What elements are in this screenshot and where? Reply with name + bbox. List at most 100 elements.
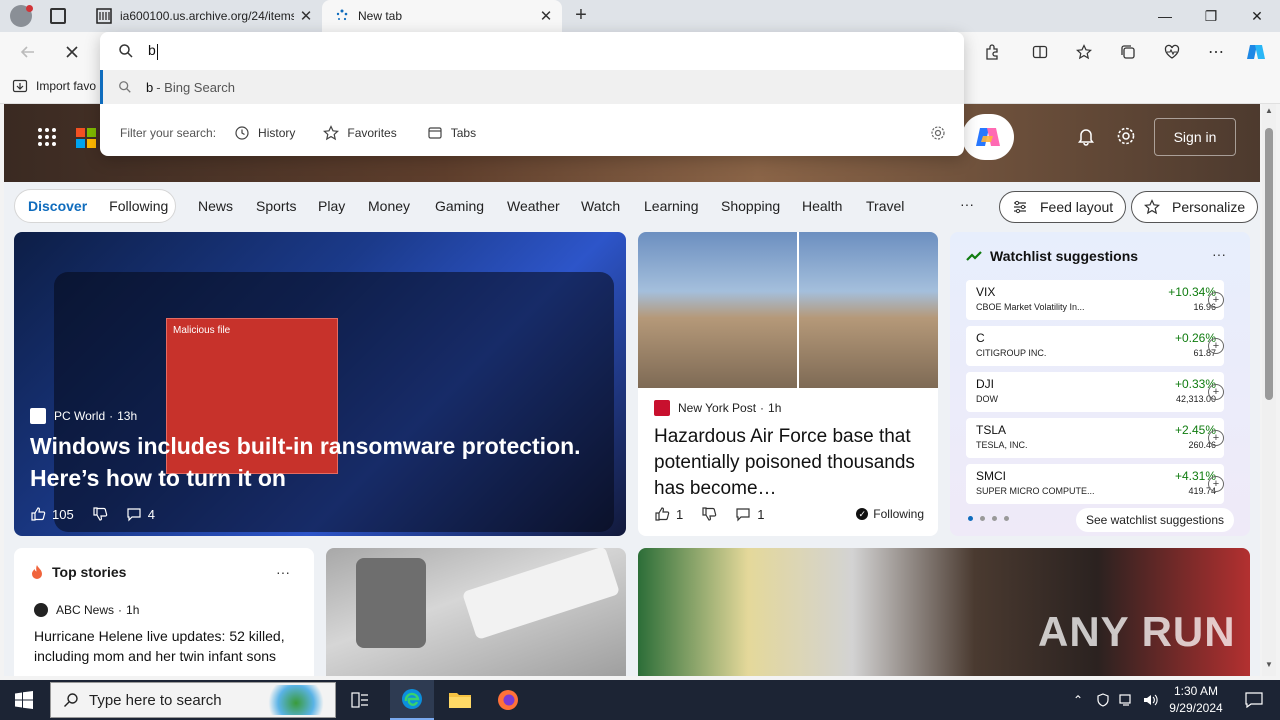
- page-scrollbar[interactable]: ▲ ▼: [1262, 104, 1276, 676]
- suggestion-query: b: [146, 79, 154, 95]
- file-explorer-button[interactable]: [438, 680, 482, 720]
- address-bar-input[interactable]: b: [100, 32, 964, 70]
- notification-center-button[interactable]: [1232, 680, 1276, 720]
- thumbs-up-icon[interactable]: [654, 506, 670, 522]
- see-watchlist-suggestions-button[interactable]: See watchlist suggestions: [1076, 508, 1234, 532]
- add-to-watchlist-button[interactable]: +: [1208, 292, 1224, 308]
- nav-more-button[interactable]: ···: [960, 196, 974, 212]
- stock-row[interactable]: DJI DOW +0.33% 42,313.00: [966, 372, 1224, 412]
- filter-tabs[interactable]: Tabs: [427, 125, 476, 141]
- start-button[interactable]: [0, 680, 48, 720]
- copilot-search-button[interactable]: [962, 114, 1014, 160]
- nav-travel[interactable]: Travel: [866, 198, 904, 214]
- microsoft-logo-icon[interactable]: [76, 128, 96, 148]
- scrollbar-thumb[interactable]: [1265, 128, 1273, 400]
- nav-health[interactable]: Health: [802, 198, 842, 214]
- stock-row[interactable]: VIX CBOE Market Volatility In... +10.34%…: [966, 280, 1224, 320]
- browser-essentials-button[interactable]: [1158, 38, 1186, 66]
- hero-headline[interactable]: Windows includes built-in ransomware pro…: [30, 430, 610, 494]
- extensions-button[interactable]: [978, 38, 1006, 66]
- carousel-dot[interactable]: [968, 516, 973, 521]
- carousel-dot[interactable]: [992, 516, 997, 521]
- stop-loading-button[interactable]: [58, 38, 86, 66]
- favorites-button[interactable]: [1070, 38, 1098, 66]
- stock-row[interactable]: SMCI SUPER MICRO COMPUTE... +4.31% 419.7…: [966, 464, 1224, 504]
- close-tab-icon[interactable]: ✕: [534, 7, 558, 25]
- close-window-button[interactable]: ✕: [1234, 0, 1280, 32]
- page-settings-button[interactable]: [1116, 126, 1136, 146]
- comment-icon[interactable]: [735, 506, 751, 522]
- settings-more-button[interactable]: ⋯: [1202, 38, 1230, 66]
- nav-shopping[interactable]: Shopping: [721, 198, 780, 214]
- carousel-dot[interactable]: [1004, 516, 1009, 521]
- stock-symbol: C: [976, 331, 985, 345]
- firefox-button[interactable]: [486, 680, 530, 720]
- suggestion-bing-search[interactable]: b - Bing Search: [100, 70, 964, 104]
- flags-article-image[interactable]: ANY RUN: [638, 548, 1250, 676]
- tab-archive[interactable]: ia600100.us.archive.org/24/items/... ✕: [84, 0, 322, 32]
- add-to-watchlist-button[interactable]: +: [1208, 384, 1224, 400]
- split-screen-button[interactable]: [1026, 38, 1054, 66]
- add-to-watchlist-button[interactable]: +: [1208, 476, 1224, 492]
- thumbs-up-icon[interactable]: [30, 506, 46, 522]
- add-to-watchlist-button[interactable]: +: [1208, 430, 1224, 446]
- nav-news[interactable]: News: [198, 198, 233, 214]
- comment-icon[interactable]: [126, 506, 142, 522]
- hero-article-card[interactable]: Malicious file PC World · 13h Windows in…: [14, 232, 626, 536]
- carousel-dots[interactable]: [968, 516, 1016, 521]
- new-tab-button[interactable]: +: [570, 4, 592, 26]
- minimize-button[interactable]: —: [1142, 0, 1188, 32]
- nav-weather[interactable]: Weather: [507, 198, 560, 214]
- nav-gaming[interactable]: Gaming: [435, 198, 484, 214]
- stock-row[interactable]: C CITIGROUP INC. +0.26% 61.87: [966, 326, 1224, 366]
- thumbs-down-icon[interactable]: [701, 506, 717, 522]
- top-story-headline[interactable]: Hurricane Helene live updates: 52 killed…: [34, 626, 304, 666]
- copilot-icon: [976, 128, 1000, 146]
- filter-favorites[interactable]: Favorites: [323, 125, 397, 141]
- nypost-article-card[interactable]: New York Post · 1h Hazardous Air Force b…: [638, 232, 938, 536]
- tab-discover[interactable]: Discover: [28, 198, 87, 214]
- personalize-button[interactable]: Personalize: [1131, 191, 1259, 223]
- taskbar-clock[interactable]: 1:30 AM 9/29/2024: [1164, 683, 1228, 717]
- apps-launcher-icon[interactable]: [38, 128, 56, 146]
- back-button[interactable]: [14, 38, 42, 66]
- nav-money[interactable]: Money: [368, 198, 410, 214]
- import-favorites-link[interactable]: Import favo: [12, 78, 96, 94]
- search-settings-button[interactable]: [930, 125, 946, 141]
- tab-new-tab[interactable]: New tab ✕: [322, 0, 562, 32]
- sign-in-button[interactable]: Sign in: [1154, 118, 1236, 156]
- filter-history[interactable]: History: [234, 125, 295, 141]
- copilot-button[interactable]: [1242, 38, 1270, 66]
- task-view-button[interactable]: [340, 680, 380, 720]
- show-hidden-icons-button[interactable]: ⌃: [1068, 680, 1088, 720]
- nypost-headline[interactable]: Hazardous Air Force base that potentiall…: [654, 424, 924, 502]
- stock-row[interactable]: TSLA TESLA, INC. +2.45% 260.46: [966, 418, 1224, 458]
- carousel-dot[interactable]: [980, 516, 985, 521]
- edge-taskbar-button[interactable]: [390, 680, 434, 720]
- sewing-machine-article-image[interactable]: [326, 548, 626, 676]
- network-tray-icon[interactable]: [1116, 680, 1138, 720]
- nav-watch[interactable]: Watch: [581, 198, 620, 214]
- nav-learning[interactable]: Learning: [644, 198, 699, 214]
- volume-tray-icon[interactable]: [1140, 680, 1162, 720]
- collections-button[interactable]: [1114, 38, 1142, 66]
- scroll-down-icon[interactable]: ▼: [1265, 660, 1273, 669]
- close-tab-icon[interactable]: ✕: [294, 7, 318, 25]
- feed-layout-button[interactable]: Feed layout: [999, 191, 1127, 223]
- nav-play[interactable]: Play: [318, 198, 345, 214]
- puzzle-icon: [986, 44, 998, 60]
- tab-actions-icon[interactable]: [50, 8, 66, 24]
- taskbar-search-box[interactable]: Type here to search: [50, 682, 336, 718]
- security-tray-icon[interactable]: [1092, 680, 1114, 720]
- notifications-button[interactable]: [1076, 126, 1096, 146]
- watchlist-more-button[interactable]: ···: [1212, 246, 1226, 262]
- scroll-up-icon[interactable]: ▲: [1265, 106, 1273, 115]
- top-stories-more-button[interactable]: ···: [276, 564, 290, 580]
- nav-sports[interactable]: Sports: [256, 198, 296, 214]
- tab-following[interactable]: Following: [109, 198, 168, 214]
- thumbs-down-icon[interactable]: [92, 506, 108, 522]
- profile-avatar[interactable]: [10, 5, 33, 27]
- restore-button[interactable]: ❐: [1188, 0, 1234, 32]
- add-to-watchlist-button[interactable]: +: [1208, 338, 1224, 354]
- following-indicator[interactable]: ✓ Following: [856, 507, 924, 521]
